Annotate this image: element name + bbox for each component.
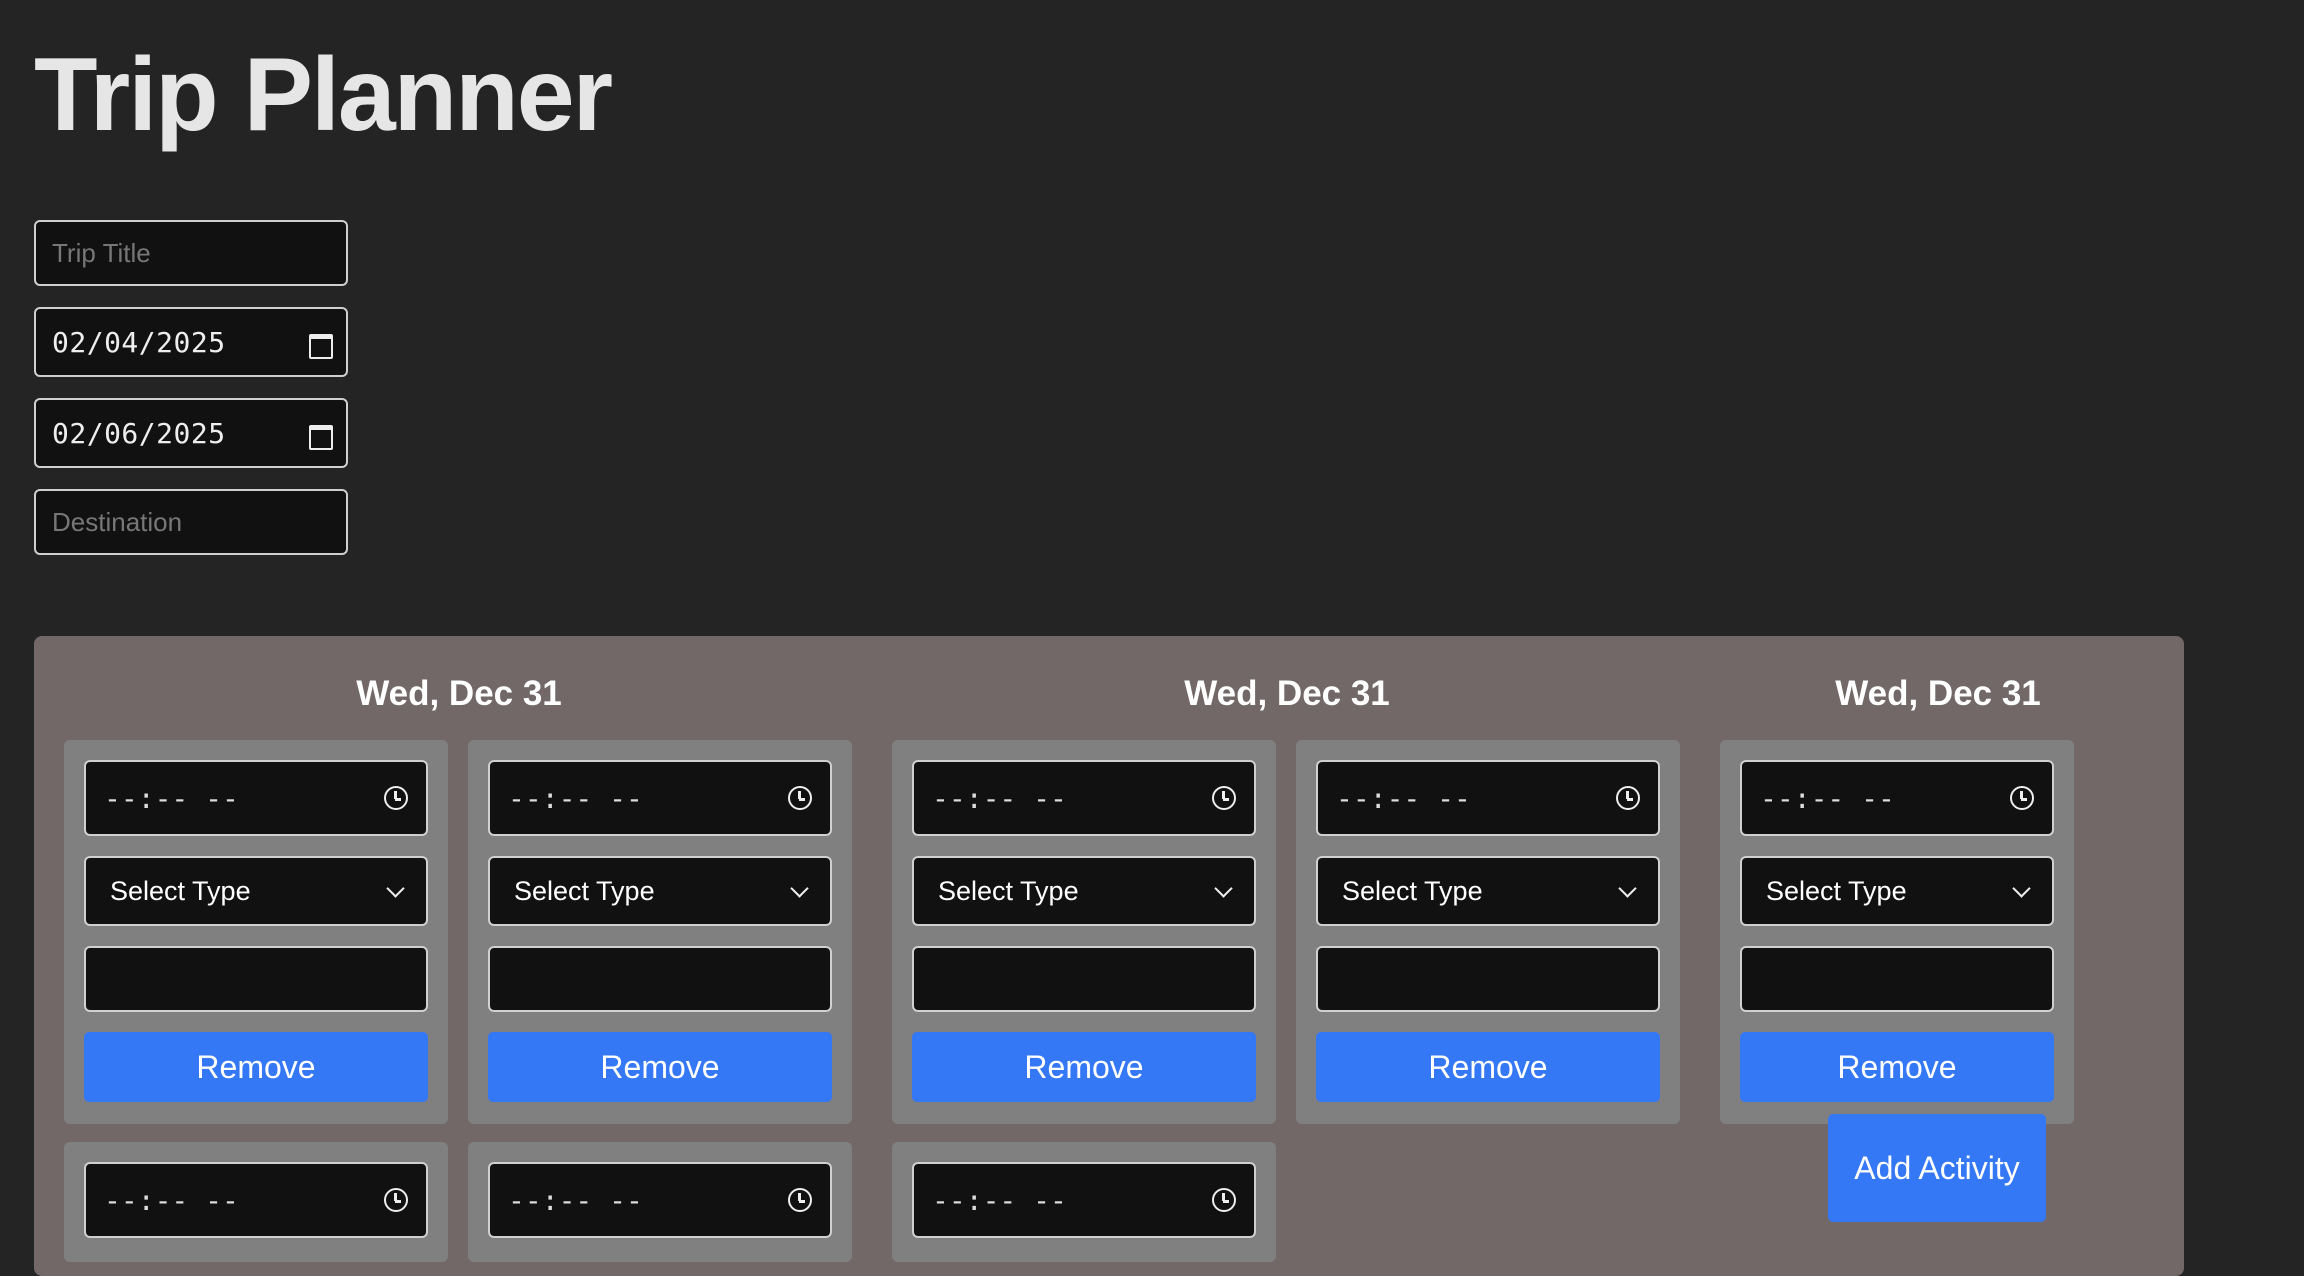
- activity-card: --:-- -- Select Type Remove: [892, 740, 1276, 1124]
- clock-icon[interactable]: [1616, 786, 1640, 810]
- clock-icon[interactable]: [2010, 786, 2034, 810]
- start-date-input[interactable]: 02/04/2025: [34, 307, 348, 377]
- chevron-down-icon: [2012, 878, 2031, 898]
- type-value: Select Type: [1342, 875, 1483, 906]
- remove-button[interactable]: Remove: [488, 1032, 832, 1102]
- clock-icon[interactable]: [1212, 786, 1236, 810]
- time-value: --:-- --: [1336, 781, 1471, 815]
- trip-title-input[interactable]: Trip Title: [34, 220, 348, 286]
- activity-text-input[interactable]: [912, 946, 1256, 1012]
- activity-card: --:-- -- Select Type Remove: [1296, 740, 1680, 1124]
- time-value: --:-- --: [932, 781, 1067, 815]
- chevron-down-icon: [790, 878, 809, 898]
- activity-card: --:-- --: [468, 1142, 852, 1262]
- chevron-down-icon: [1214, 878, 1233, 898]
- clock-icon[interactable]: [384, 1188, 408, 1212]
- clock-icon[interactable]: [788, 1188, 812, 1212]
- activity-card: --:-- --: [892, 1142, 1276, 1262]
- time-input[interactable]: --:-- --: [488, 760, 832, 836]
- type-value: Select Type: [938, 875, 1079, 906]
- time-input[interactable]: --:-- --: [912, 1162, 1256, 1238]
- day-header: Wed, Dec 31: [1184, 674, 1390, 713]
- activity-text-input[interactable]: [1316, 946, 1660, 1012]
- activity-text-input[interactable]: [488, 946, 832, 1012]
- activity-card: --:-- -- Select Type Remove: [64, 740, 448, 1124]
- chevron-down-icon: [1618, 878, 1637, 898]
- remove-button[interactable]: Remove: [1740, 1032, 2054, 1102]
- activity-card: --:-- -- Select Type Remove: [1720, 740, 2074, 1124]
- chevron-down-icon: [386, 878, 405, 898]
- trip-title-placeholder: Trip Title: [52, 237, 151, 268]
- clock-icon[interactable]: [1212, 1188, 1236, 1212]
- type-select[interactable]: Select Type: [912, 856, 1256, 926]
- end-date-value: 02/06/2025: [52, 416, 226, 450]
- type-value: Select Type: [110, 875, 251, 906]
- remove-button[interactable]: Remove: [912, 1032, 1256, 1102]
- time-value: --:-- --: [104, 1183, 239, 1217]
- clock-icon[interactable]: [788, 786, 812, 810]
- activity-text-input[interactable]: [84, 946, 428, 1012]
- remove-button[interactable]: Remove: [1316, 1032, 1660, 1102]
- time-value: --:-- --: [1760, 781, 1895, 815]
- destination-input[interactable]: Destination: [34, 489, 348, 555]
- add-activity-button[interactable]: Add Activity: [1828, 1114, 2046, 1222]
- clock-icon[interactable]: [384, 786, 408, 810]
- time-value: --:-- --: [508, 1183, 643, 1217]
- type-select[interactable]: Select Type: [1740, 856, 2054, 926]
- day-header: Wed, Dec 31: [356, 674, 562, 713]
- time-input[interactable]: --:-- --: [1740, 760, 2054, 836]
- time-value: --:-- --: [508, 781, 643, 815]
- activity-card: --:-- --: [64, 1142, 448, 1262]
- destination-placeholder: Destination: [52, 506, 183, 537]
- activity-card: --:-- -- Select Type Remove: [468, 740, 852, 1124]
- time-input[interactable]: --:-- --: [84, 760, 428, 836]
- activity-text-input[interactable]: [1740, 946, 2054, 1012]
- calendar-icon[interactable]: [308, 422, 333, 450]
- type-value: Select Type: [1766, 875, 1907, 906]
- remove-button[interactable]: Remove: [84, 1032, 428, 1102]
- type-select[interactable]: Select Type: [84, 856, 428, 926]
- type-select[interactable]: Select Type: [1316, 856, 1660, 926]
- time-value: --:-- --: [932, 1183, 1067, 1217]
- time-input[interactable]: --:-- --: [84, 1162, 428, 1238]
- start-date-value: 02/04/2025: [52, 325, 226, 359]
- end-date-input[interactable]: 02/06/2025: [34, 398, 348, 468]
- type-select[interactable]: Select Type: [488, 856, 832, 926]
- time-input[interactable]: --:-- --: [488, 1162, 832, 1238]
- day-header: Wed, Dec 31: [1835, 674, 2041, 713]
- calendar-icon[interactable]: [308, 331, 333, 359]
- time-value: --:-- --: [104, 781, 239, 815]
- page-title: Trip Planner: [34, 37, 613, 153]
- type-value: Select Type: [514, 875, 655, 906]
- time-input[interactable]: --:-- --: [1316, 760, 1660, 836]
- time-input[interactable]: --:-- --: [912, 760, 1256, 836]
